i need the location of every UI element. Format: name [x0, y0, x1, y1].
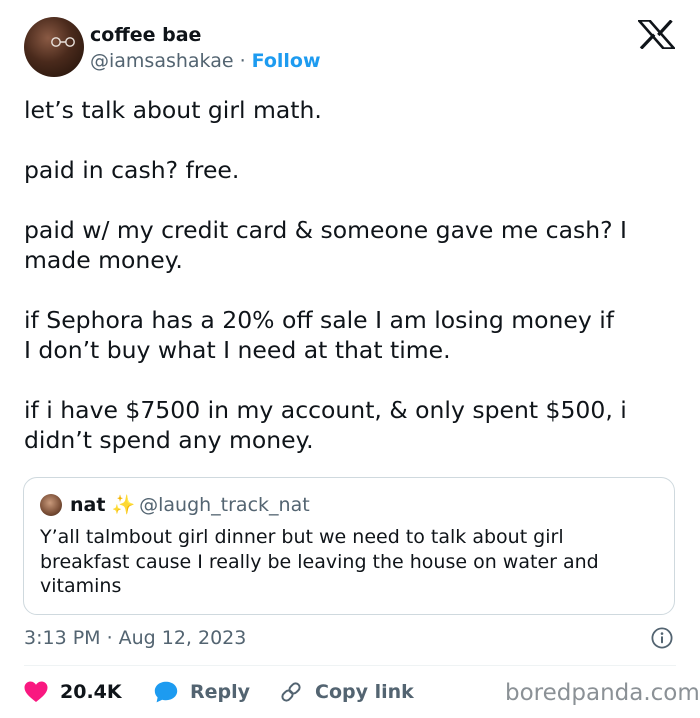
timestamp-separator: ·	[106, 627, 113, 649]
x-logo-icon[interactable]	[638, 20, 675, 49]
reply-button[interactable]: Reply	[154, 678, 250, 706]
heart-icon	[24, 681, 48, 702]
tweet-date: Aug 12, 2023	[118, 627, 247, 649]
handle-separator: ·	[239, 50, 246, 72]
tweet-text: let’s talk about girl math. paid in cash…	[24, 95, 684, 485]
tweet-timestamp[interactable]: 3:13 PM · Aug 12, 2023	[24, 626, 246, 650]
sparkles-icon: ✨	[111, 494, 136, 516]
glasses-graphic	[51, 37, 75, 47]
reply-label: Reply	[190, 681, 251, 703]
quoted-author-handle: @laugh_track_nat	[139, 494, 310, 516]
quoted-author-name: nat	[70, 494, 106, 516]
tweet-paragraph: paid w/ my credit card & someone gave me…	[24, 216, 627, 274]
tweet-paragraph: let’s talk about girl math.	[24, 96, 322, 124]
tweet-paragraph: if Sephora has a 20% off sale I am losin…	[24, 306, 615, 364]
quoted-author-avatar	[40, 494, 62, 516]
quoted-tweet-header: nat ✨ @laugh_track_nat	[70, 493, 310, 517]
copy-link-label: Copy link	[315, 681, 414, 703]
like-count: 20.4K	[60, 681, 122, 703]
tweet-time: 3:13 PM	[24, 627, 101, 649]
author-avatar[interactable]	[24, 17, 84, 77]
follow-button[interactable]: Follow	[252, 50, 321, 72]
author-display-name[interactable]: coffee bae	[90, 23, 201, 47]
actions-divider	[24, 665, 676, 666]
source-watermark: boredpanda.com	[505, 680, 700, 706]
tweet-paragraph: if i have $7500 in my account, & only sp…	[24, 396, 627, 454]
quoted-tweet-card[interactable]: nat ✨ @laugh_track_nat Y’all talmbout girl…	[23, 477, 675, 615]
author-handle[interactable]: @iamsashakae	[90, 50, 234, 72]
like-button[interactable]: 20.4K	[24, 678, 122, 706]
tweet-paragraph: paid in cash? free.	[24, 156, 240, 184]
author-handle-row: @iamsashakae · Follow	[90, 49, 321, 73]
speech-bubble-icon	[154, 681, 178, 703]
copy-link-button[interactable]: Copy link	[279, 678, 414, 706]
info-icon[interactable]	[651, 627, 673, 649]
link-icon	[281, 682, 301, 702]
quoted-tweet-text: Y’all talmbout girl dinner but we need t…	[40, 526, 599, 597]
